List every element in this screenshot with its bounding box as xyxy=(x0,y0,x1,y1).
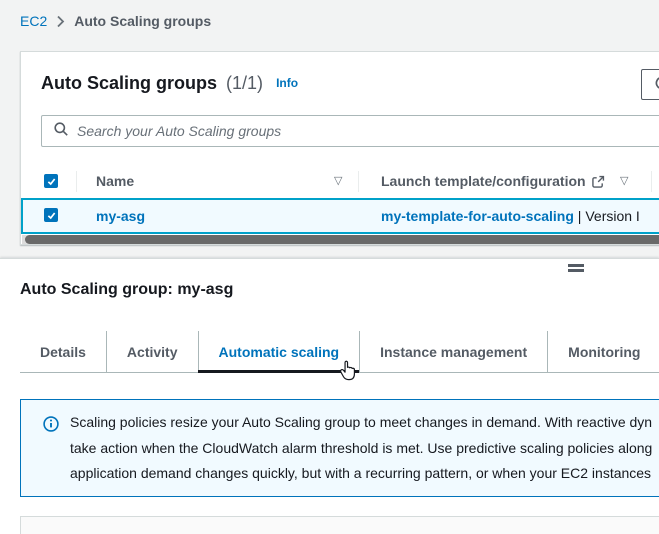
banner-line: take action when the CloudWatch alarm th… xyxy=(70,436,652,462)
info-banner: Scaling policies resize your Auto Scalin… xyxy=(20,399,659,497)
column-header-launch-template[interactable]: Launch template/configuration xyxy=(381,165,586,198)
check-icon xyxy=(46,210,57,221)
tab-instance-management[interactable]: Instance management xyxy=(359,331,547,372)
tab-activity[interactable]: Activity xyxy=(106,331,198,372)
banner-text: Scaling policies resize your Auto Scalin… xyxy=(70,410,652,487)
search-icon xyxy=(53,121,69,142)
refresh-button[interactable] xyxy=(641,69,659,100)
page-title: Auto Scaling groups (1/1) Info xyxy=(41,72,298,94)
launch-template-link[interactable]: my-template-for-auto-scaling xyxy=(381,208,574,224)
split-panel: Auto Scaling group: my-asg Details Activ… xyxy=(0,258,659,534)
banner-line: Scaling policies resize your Auto Scalin… xyxy=(70,410,652,436)
column-header-name[interactable]: Name xyxy=(96,165,134,198)
scrollbar-thumb[interactable] xyxy=(25,235,659,244)
asg-name-link[interactable]: my-asg xyxy=(96,200,145,232)
info-icon xyxy=(43,416,59,437)
launch-template-version: | Version I xyxy=(574,208,640,224)
breadcrumb-current: Auto Scaling groups xyxy=(74,13,211,29)
sort-icon[interactable]: ▽ xyxy=(334,165,342,198)
banner-line: application demand changes quickly, but … xyxy=(70,461,652,487)
external-link-icon[interactable] xyxy=(591,175,605,194)
tab-label: Automatic scaling xyxy=(219,344,340,360)
launch-template-cell: my-template-for-auto-scaling | Version I xyxy=(381,200,640,232)
tab-monitoring[interactable]: Monitoring xyxy=(547,331,659,372)
tab-bar: Details Activity Automatic scaling Insta… xyxy=(20,331,659,373)
select-all-checkbox[interactable] xyxy=(44,174,58,188)
page-title-text: Auto Scaling groups xyxy=(41,73,217,93)
refresh-icon xyxy=(654,75,659,94)
tab-label: Instance management xyxy=(380,344,527,360)
info-link[interactable]: Info xyxy=(276,76,298,90)
tab-label: Monitoring xyxy=(568,344,640,360)
asg-table-panel: Auto Scaling groups (1/1) Info Name ▽ La… xyxy=(20,51,659,245)
result-count: (1/1) xyxy=(226,73,263,93)
tab-details[interactable]: Details xyxy=(20,331,106,372)
search-input[interactable] xyxy=(77,123,659,139)
table-row[interactable]: my-asg my-template-for-auto-scaling | Ve… xyxy=(21,198,659,234)
screen: EC2 Auto Scaling groups Auto Scaling gro… xyxy=(0,0,659,534)
search-box xyxy=(41,115,659,147)
breadcrumb-link-ec2[interactable]: EC2 xyxy=(20,13,47,29)
row-checkbox[interactable] xyxy=(44,208,58,222)
check-icon xyxy=(46,176,57,187)
policies-section-header xyxy=(20,516,659,534)
column-divider xyxy=(76,171,77,192)
split-panel-title: Auto Scaling group: my-asg xyxy=(20,281,233,299)
tab-label: Details xyxy=(40,344,86,360)
horizontal-scrollbar[interactable] xyxy=(22,235,659,244)
table-header: Name ▽ Launch template/configuration ▽ xyxy=(21,165,659,198)
breadcrumb: EC2 Auto Scaling groups xyxy=(20,13,211,29)
column-divider xyxy=(651,171,652,192)
breadcrumb-chevron-icon xyxy=(56,15,65,28)
column-divider xyxy=(358,171,359,192)
tab-automatic-scaling[interactable]: Automatic scaling xyxy=(198,331,360,372)
split-panel-drag-handle[interactable] xyxy=(568,264,584,274)
sort-icon[interactable]: ▽ xyxy=(620,165,628,198)
tab-label: Activity xyxy=(127,344,178,360)
